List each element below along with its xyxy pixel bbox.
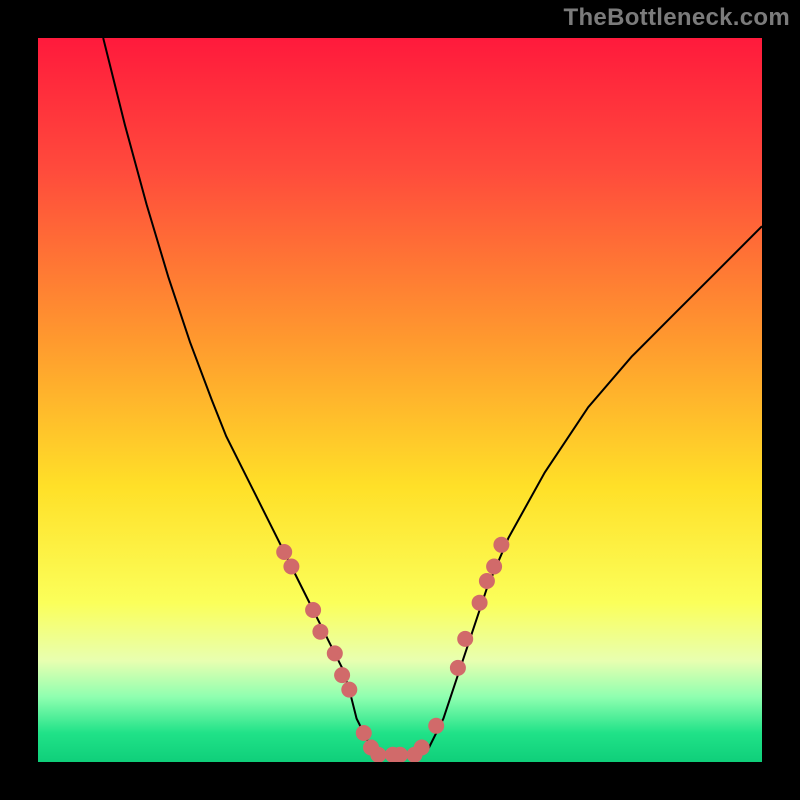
chart-stage: TheBottleneck.com — [0, 0, 800, 800]
highlight-dot — [312, 624, 328, 640]
highlight-dot — [334, 667, 350, 683]
highlight-dot — [486, 559, 502, 575]
highlight-dot — [493, 537, 509, 553]
highlight-dot — [341, 682, 357, 698]
highlight-dot — [457, 631, 473, 647]
bottleneck-chart — [38, 38, 762, 762]
highlight-dot — [327, 645, 343, 661]
highlight-dot — [283, 559, 299, 575]
highlight-dot — [356, 725, 372, 741]
highlight-dot — [414, 740, 430, 756]
highlight-dot — [450, 660, 466, 676]
highlight-dot — [479, 573, 495, 589]
plot-background — [38, 38, 762, 762]
highlight-dot — [472, 595, 488, 611]
highlight-dot — [428, 718, 444, 734]
watermark-text: TheBottleneck.com — [564, 4, 790, 32]
highlight-dot — [276, 544, 292, 560]
highlight-dot — [305, 602, 321, 618]
